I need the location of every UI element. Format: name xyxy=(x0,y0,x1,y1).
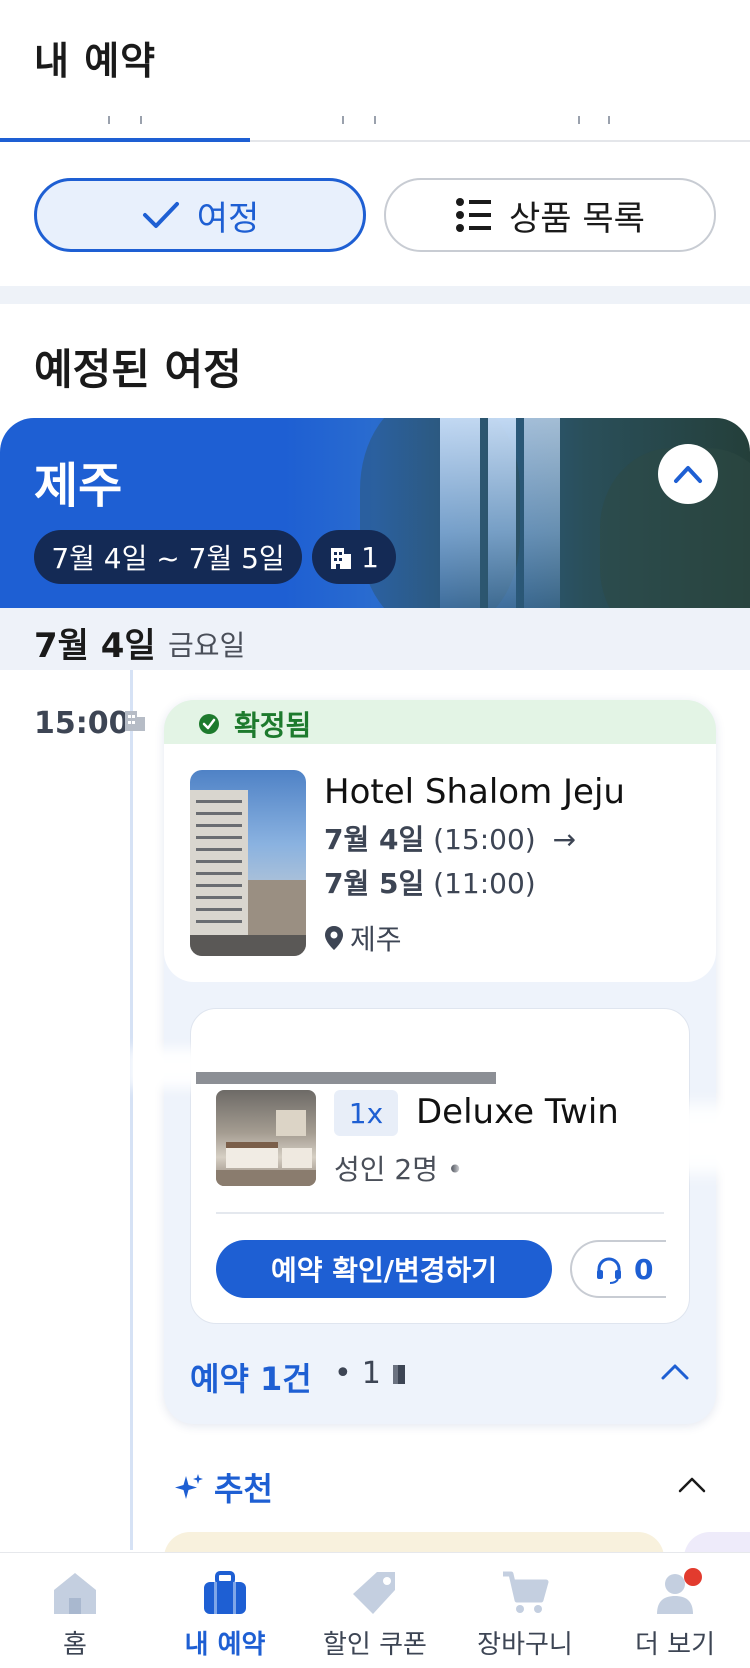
support-label: 0 xyxy=(634,1252,654,1286)
trip-view-button[interactable]: 여정 xyxy=(34,178,366,252)
trip-city: 제주 xyxy=(34,458,123,514)
location-pin-icon xyxy=(325,926,343,950)
cart-icon xyxy=(503,1571,549,1613)
tab-fragment xyxy=(108,116,110,124)
trip-date-range: 7월 4일 ~ 7월 5일 xyxy=(34,530,302,584)
redacted-area xyxy=(630,1104,750,1174)
tab-fragment xyxy=(342,116,344,124)
hotel-photo xyxy=(190,790,306,956)
support-button[interactable]: 0 xyxy=(570,1240,666,1298)
hotel-name: Hotel Shalom Jeju xyxy=(324,772,625,812)
checkin-time: (15:00) xyxy=(433,823,536,856)
recommendation-label: 추천 xyxy=(214,1470,273,1508)
trip-count-value: 1 xyxy=(361,540,379,574)
date-label: 7월 4일 xyxy=(34,626,156,666)
divider xyxy=(216,1212,664,1214)
tab-fragment xyxy=(608,116,610,124)
summary-count: 1 xyxy=(361,1356,381,1391)
location-label: 제주 xyxy=(350,923,402,956)
nav-label: 내 예약 xyxy=(184,1630,266,1660)
list-icon xyxy=(456,198,492,232)
status-label: 확정됨 xyxy=(234,709,312,742)
collapse-trip-button[interactable] xyxy=(658,444,718,504)
tab-fragment xyxy=(578,116,580,124)
chevron-up-icon[interactable] xyxy=(660,1362,690,1382)
arrow-right-icon: → xyxy=(552,823,577,856)
notification-dot xyxy=(684,1568,702,1586)
manage-booking-button[interactable]: 예약 확인/변경하기 xyxy=(216,1240,552,1298)
headset-icon xyxy=(597,1257,621,1284)
hotel-building-icon xyxy=(125,711,145,731)
nav-label: 할인 쿠폰 xyxy=(323,1630,427,1660)
nav-cart[interactable]: 장바구니 xyxy=(450,1570,600,1661)
redacted-area xyxy=(456,1140,526,1180)
page-title: 내 예약 xyxy=(34,39,157,83)
nav-label: 더 보기 xyxy=(634,1630,716,1660)
trip-view-label: 여정 xyxy=(196,198,260,239)
checkin-date: 7월 4일 xyxy=(324,823,425,856)
room-image xyxy=(216,1090,316,1186)
booking-summary: 예약 1건 xyxy=(190,1360,312,1398)
suitcase-icon xyxy=(204,1571,246,1614)
check-circle-icon xyxy=(199,714,219,734)
weekday-label: 금요일 xyxy=(168,629,246,662)
active-tab-indicator xyxy=(0,138,250,142)
recommendation-header[interactable]: 추천 xyxy=(174,1464,273,1510)
product-list-button[interactable]: 상품 목록 xyxy=(384,178,716,252)
check-icon xyxy=(142,202,179,228)
guest-info: 성인 2명 • xyxy=(334,1153,464,1186)
room-quantity: 1x xyxy=(334,1090,398,1136)
status-badge: 확정됨 xyxy=(198,704,311,744)
checkin-line: 7월 4일 (15:00) → xyxy=(324,818,576,858)
tab-fragment xyxy=(374,116,376,124)
redacted-area xyxy=(196,1072,496,1084)
tab-strip[interactable] xyxy=(0,116,750,142)
nav-label: 홈 xyxy=(63,1630,87,1660)
nav-my-bookings[interactable]: 내 예약 xyxy=(150,1570,300,1661)
summary-separator: • xyxy=(334,1356,352,1391)
nav-home[interactable]: 홈 xyxy=(0,1570,150,1661)
checkout-line: 7월 5일 (11:00) xyxy=(324,862,536,902)
nav-more[interactable]: 더 보기 xyxy=(600,1570,750,1661)
timeline-line xyxy=(130,670,133,1550)
room-photo xyxy=(216,1110,316,1186)
section-divider xyxy=(0,286,750,304)
booking-time: 15:00 xyxy=(34,706,130,741)
waterfall-shape xyxy=(524,418,560,608)
product-list-label: 상품 목록 xyxy=(509,198,645,239)
upcoming-trips-title: 예정된 여정 xyxy=(34,345,242,394)
waterfall-shape xyxy=(488,418,516,608)
chevron-up-icon xyxy=(674,466,702,483)
hotel-location: 제주 xyxy=(324,918,402,958)
booking-summary-detail: • 1 xyxy=(334,1356,407,1391)
room-name: Deluxe Twin xyxy=(416,1092,619,1132)
trip-item-count: 1 xyxy=(312,530,396,584)
nav-label: 장바구니 xyxy=(477,1630,573,1660)
nav-coupons[interactable]: 할인 쿠폰 xyxy=(300,1570,450,1661)
checkout-date: 7월 5일 xyxy=(324,867,425,900)
checkout-time: (11:00) xyxy=(433,867,536,900)
tab-fragment xyxy=(140,116,142,124)
door-icon xyxy=(392,1364,405,1384)
building-icon xyxy=(331,548,352,569)
sparkle-icon xyxy=(175,1474,203,1499)
home-icon xyxy=(54,1573,96,1614)
tag-icon xyxy=(353,1572,395,1614)
waterfall-shape xyxy=(440,418,480,608)
hotel-image xyxy=(190,770,306,956)
chevron-up-icon[interactable] xyxy=(678,1476,706,1494)
